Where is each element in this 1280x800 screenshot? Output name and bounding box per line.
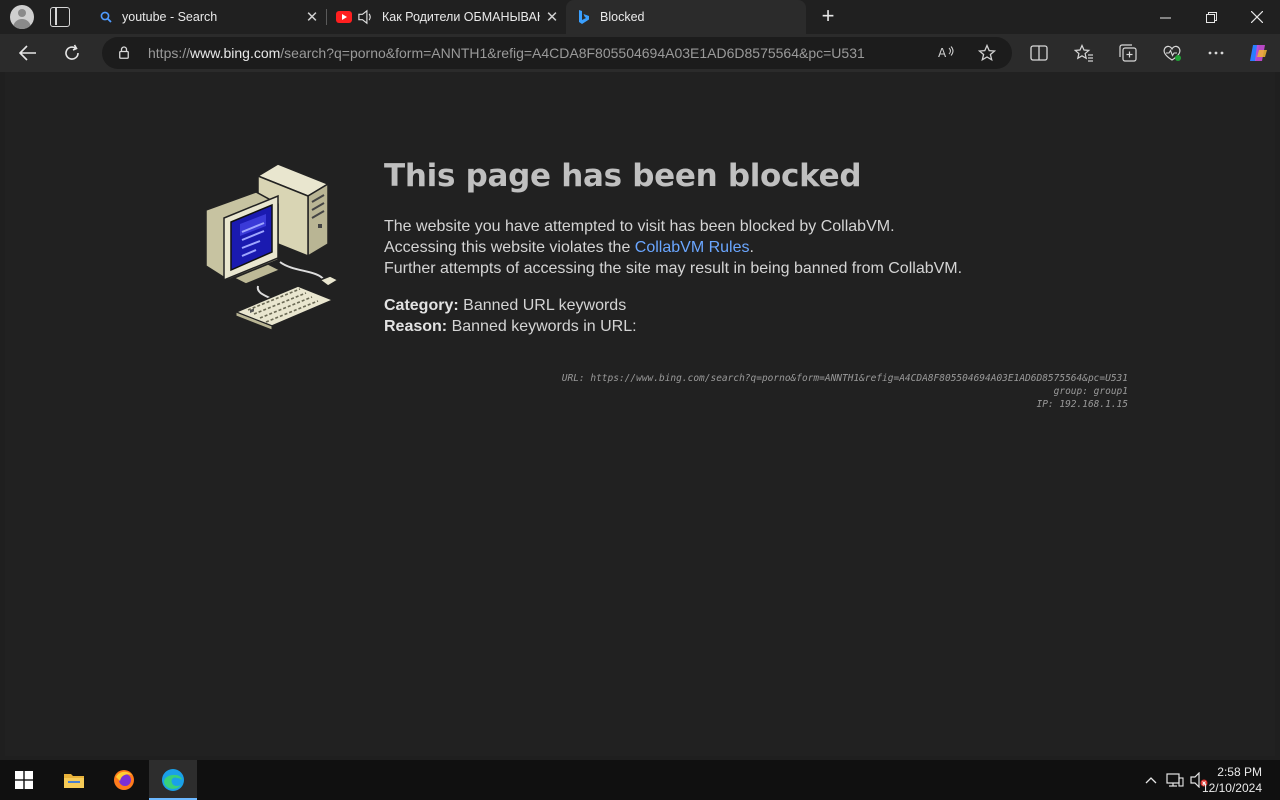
reason-row: Reason: Banned keywords in URL: [384,318,637,336]
url-text[interactable]: https://www.bing.com/search?q=porno&form… [148,45,865,61]
block-message-line-1: The website you have attempted to visit … [384,218,895,235]
blocked-page: This page has been blocked The website y… [5,72,1275,756]
tab-blocked[interactable]: Blocked [566,0,806,34]
block-message-line-3: Further attempts of accessing the site m… [384,260,963,277]
start-button[interactable] [0,760,48,800]
url-domain: www.bing.com [190,45,281,61]
new-tab-button[interactable]: + [816,4,840,28]
line2-prefix: Accessing this website violates the [384,239,635,256]
browser-toolbar: https://www.bing.com/search?q=porno&form… [0,34,1280,72]
show-hidden-icons-button[interactable] [1141,770,1161,790]
favorites-icon[interactable] [1073,42,1095,64]
category-label: Category: [384,297,459,314]
copilot-icon[interactable] [1247,42,1269,64]
block-message-line-2: Accessing this website violates the Coll… [384,239,754,257]
close-tab-icon[interactable]: ✕ [540,8,564,26]
windows-logo-icon [15,771,33,789]
tab-actions-icon[interactable] [50,7,70,27]
back-button[interactable] [13,38,43,68]
clock-time: 2:58 PM [1217,765,1262,779]
tab-youtube-video[interactable]: Как Родители ОБМАНЫВАЮ ✕ [326,0,564,34]
tab-strip: youtube - Search ✕ Как Родители ОБМАНЫВА… [0,0,1280,34]
meta-group: group: group1 [1053,386,1128,397]
clock-date: 12/10/2024 [1201,781,1262,795]
favorite-star-icon[interactable] [977,43,997,63]
browser-essentials-icon[interactable] [1161,42,1183,64]
close-tab-icon[interactable]: ✕ [300,8,324,26]
collabvm-rules-link[interactable]: CollabVM Rules [635,239,750,256]
reason-label: Reason: [384,318,448,335]
computer-illustration [205,163,340,331]
minimize-button[interactable] [1142,0,1188,34]
collections-icon[interactable] [1117,42,1139,64]
tab-title: Blocked [600,10,645,24]
edge-button[interactable] [149,760,197,800]
tab-youtube-search[interactable]: youtube - Search ✕ [88,0,324,34]
firefox-button[interactable] [100,760,148,800]
refresh-icon [65,44,79,60]
meta-url: URL: https://www.bing.com/search?q=porno… [561,373,1128,384]
file-explorer-button[interactable] [50,760,98,800]
lock-icon[interactable] [119,46,129,59]
svg-text:A: A [938,46,947,60]
tab-title: youtube - Search [122,10,218,24]
meta-ip: IP: 192.168.1.15 [1036,399,1128,410]
search-icon [98,9,114,25]
firefox-icon [114,770,134,790]
page-title: This page has been blocked [384,158,862,194]
url-path: /search?q=porno&form=ANNTH1&refig=A4CDA8… [280,45,865,61]
taskbar: 2:58 PM 12/10/2024 [0,760,1280,800]
restore-button[interactable] [1188,0,1234,34]
close-window-button[interactable] [1234,0,1280,34]
reason-value: Banned keywords in URL: [451,318,637,335]
youtube-icon [336,9,352,25]
tab-title: Как Родители ОБМАНЫВАЮ [382,10,540,24]
more-menu-icon[interactable] [1205,42,1227,64]
network-icon[interactable] [1165,770,1185,790]
category-value: Banned URL keywords [463,297,627,314]
line2-suffix: . [749,239,754,256]
refresh-button[interactable] [57,38,87,68]
bing-icon [576,9,592,25]
system-clock[interactable]: 2:58 PM 12/10/2024 [1202,764,1262,796]
arrow-left-icon [19,45,36,61]
read-aloud-icon[interactable]: A [936,43,956,63]
profile-avatar[interactable] [10,5,34,29]
edge-icon [162,769,184,791]
speaker-icon[interactable] [358,9,374,25]
address-bar[interactable]: https://www.bing.com/search?q=porno&form… [102,37,1012,69]
category-row: Category: Banned URL keywords [384,297,626,315]
folder-icon [64,774,84,788]
split-screen-icon[interactable] [1028,42,1050,64]
url-prefix: https:// [148,45,191,61]
